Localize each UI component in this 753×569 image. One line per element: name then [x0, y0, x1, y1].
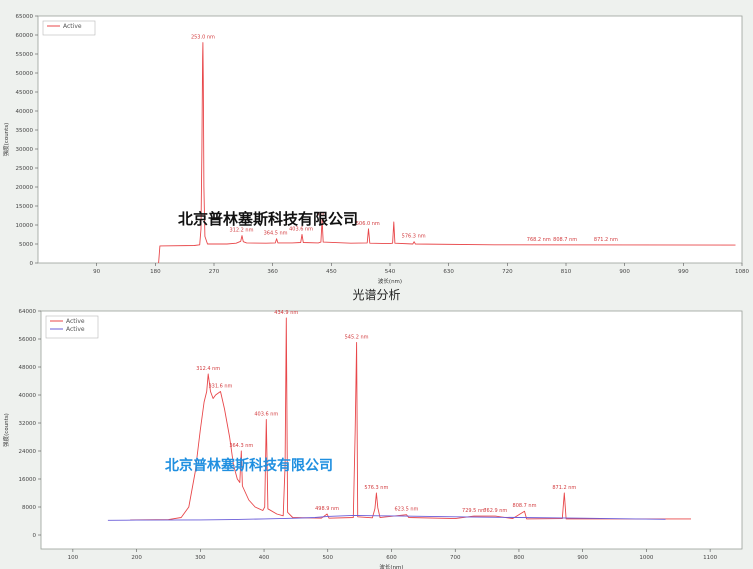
y-tick-label: 30000 [16, 147, 34, 153]
peak-label: 253.0 nm [191, 35, 215, 41]
x-tick-label: 450 [326, 269, 337, 275]
x-tick-label: 200 [131, 555, 142, 561]
y-axis-label: 强度(counts) [2, 123, 10, 157]
y-tick-label: 55000 [16, 52, 34, 58]
x-axis-label: 波长(nm) [378, 277, 402, 285]
y-tick-label: 40000 [16, 109, 34, 115]
spectrum-chart-bottom: 0 8000 16000 24000 32000 40000 48000 56000 64000… [0, 285, 753, 569]
y-tick-label: 0 [30, 261, 34, 267]
x-tick-label: 270 [209, 269, 220, 275]
peak-label: 768.2 nm [527, 237, 551, 243]
y-tick-label: 10000 [16, 223, 34, 229]
peak-label: 871.2 nm [552, 485, 576, 491]
y-tick-label: 45000 [16, 90, 34, 96]
peak-label: 312.4 nm [196, 366, 220, 372]
peak-label: 506.0 nm [356, 221, 380, 227]
x-tick-label: 540 [385, 269, 396, 275]
x-tick-label: 990 [678, 269, 689, 275]
legend-label: Active [66, 326, 85, 333]
x-tick-label: 180 [150, 269, 161, 275]
legend-label: Active [66, 318, 85, 325]
y-tick-label: 15000 [16, 204, 34, 210]
peak-label: 576.3 nm [402, 234, 426, 240]
peak-label: 762.9 nm [483, 508, 507, 514]
chart-title: 光谱分析 [352, 288, 401, 302]
x-tick-label: 400 [259, 555, 270, 561]
peak-label: 545.2 nm [345, 335, 369, 341]
x-tick-label: 100 [68, 555, 79, 561]
x-tick-label: 800 [514, 555, 525, 561]
y-tick-label: 60000 [16, 33, 34, 39]
x-tick-label: 1080 [735, 269, 749, 275]
x-tick-label: 810 [561, 269, 572, 275]
x-tick-label: 90 [93, 269, 100, 275]
x-axis-label: 波长(nm) [379, 563, 403, 569]
y-tick-label: 5000 [19, 242, 33, 248]
x-tick-label: 1000 [639, 555, 653, 561]
peak-label: 403.6 nm [254, 412, 278, 418]
peak-label: 623.5 nm [394, 507, 418, 513]
x-tick-label: 500 [323, 555, 334, 561]
y-tick-label: 64000 [19, 309, 37, 315]
peak-label: 498.9 nm [315, 506, 339, 512]
spectrum-chart-top: 0 5000 10000 15000 20000 25000 30000 35000 40000… [0, 0, 753, 285]
x-tick-label: 600 [386, 555, 397, 561]
y-tick-label: 16000 [19, 477, 37, 483]
spectrum-plot-top: 0 5000 10000 15000 20000 25000 30000 35000 40000… [2, 14, 749, 285]
peak-label: 331.6 nm [208, 384, 232, 390]
plot-area [37, 15, 743, 264]
x-tick-label: 700 [450, 555, 461, 561]
x-tick-label: 360 [267, 269, 278, 275]
y-axis-label: 强度(counts) [2, 413, 10, 447]
watermark-text: 北京普林塞斯科技有限公司 [178, 210, 359, 228]
y-tick-label: 25000 [16, 166, 34, 172]
peak-label: 808.7 nm [553, 237, 577, 243]
peak-label: 808.7 nm [513, 503, 537, 509]
y-tick-label: 56000 [19, 337, 37, 343]
y-tick-label: 50000 [16, 71, 34, 77]
y-tick-label: 65000 [16, 14, 34, 20]
watermark-text: 北京普林塞斯科技有限公司 [165, 458, 333, 474]
x-tick-label: 900 [619, 269, 630, 275]
peak-label: 364.5 nm [264, 231, 288, 237]
x-tick-label: 720 [502, 269, 513, 275]
y-tick-label: 8000 [22, 505, 36, 511]
y-tick-label: 24000 [19, 449, 37, 455]
y-tick-label: 40000 [19, 393, 37, 399]
y-tick-label: 32000 [19, 421, 37, 427]
y-tick-label: 35000 [16, 128, 34, 134]
plot-area [40, 310, 743, 550]
x-tick-label: 630 [443, 269, 454, 275]
y-tick-label: 48000 [19, 365, 37, 371]
x-tick-label: 900 [577, 555, 588, 561]
spectrum-plot-bottom: 0 8000 16000 24000 32000 40000 48000 56000 64000… [2, 309, 743, 569]
y-tick-label: 0 [33, 533, 37, 539]
x-tick-label: 1100 [703, 555, 717, 561]
peak-label: 364.3 nm [229, 443, 253, 449]
y-tick-label: 20000 [16, 185, 34, 191]
peak-label: 434.9 nm [274, 310, 298, 316]
peak-label: 871.2 nm [594, 237, 618, 243]
x-tick-label: 300 [195, 555, 206, 561]
peak-label: 576.3 nm [364, 485, 388, 491]
legend-label: Active [63, 23, 82, 30]
